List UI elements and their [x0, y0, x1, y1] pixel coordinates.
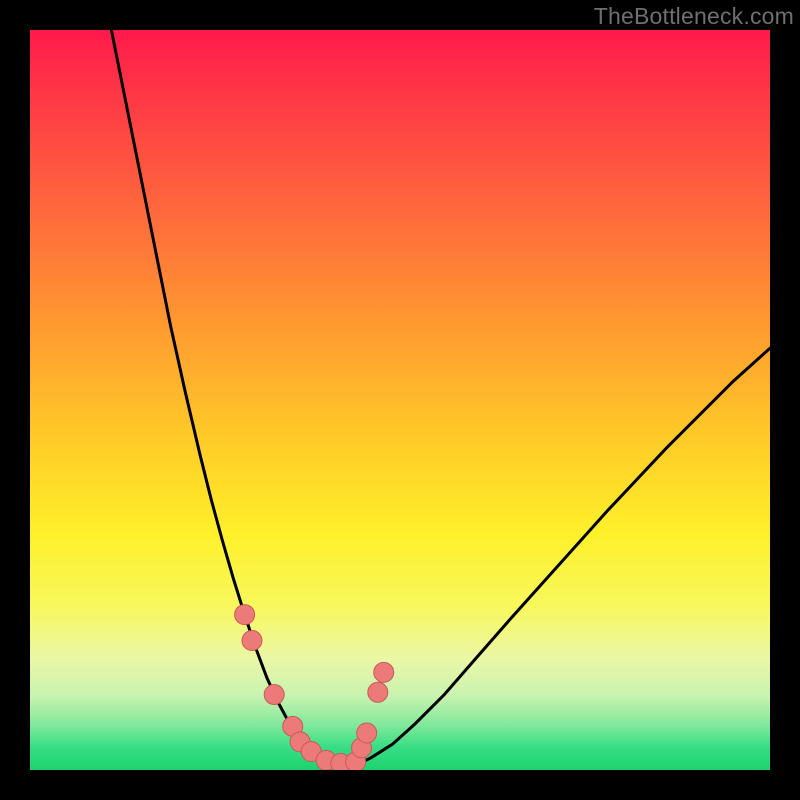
watermark-text: TheBottleneck.com — [594, 3, 794, 30]
outer-frame: TheBottleneck.com — [0, 0, 800, 800]
plot-area — [30, 30, 770, 770]
